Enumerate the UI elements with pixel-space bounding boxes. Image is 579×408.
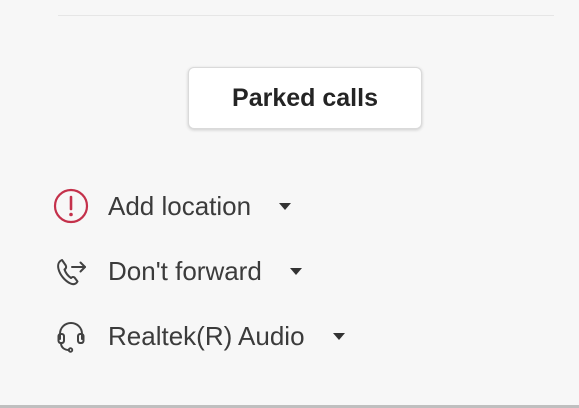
top-divider (58, 15, 554, 16)
call-forwarding-label: Don't forward (108, 255, 262, 286)
add-location-dropdown[interactable]: Add location (52, 186, 292, 226)
parked-calls-button[interactable]: Parked calls (188, 67, 422, 129)
headset-icon (52, 317, 90, 355)
audio-device-dropdown[interactable]: Realtek(R) Audio (52, 316, 345, 356)
call-forward-icon (52, 252, 90, 290)
chevron-down-icon (332, 332, 345, 340)
audio-device-label: Realtek(R) Audio (108, 320, 305, 351)
add-location-label: Add location (108, 190, 252, 221)
call-forwarding-dropdown[interactable]: Don't forward (52, 251, 302, 291)
chevron-down-icon (279, 202, 292, 210)
alert-circle-icon (52, 187, 90, 225)
chevron-down-icon (289, 267, 302, 275)
